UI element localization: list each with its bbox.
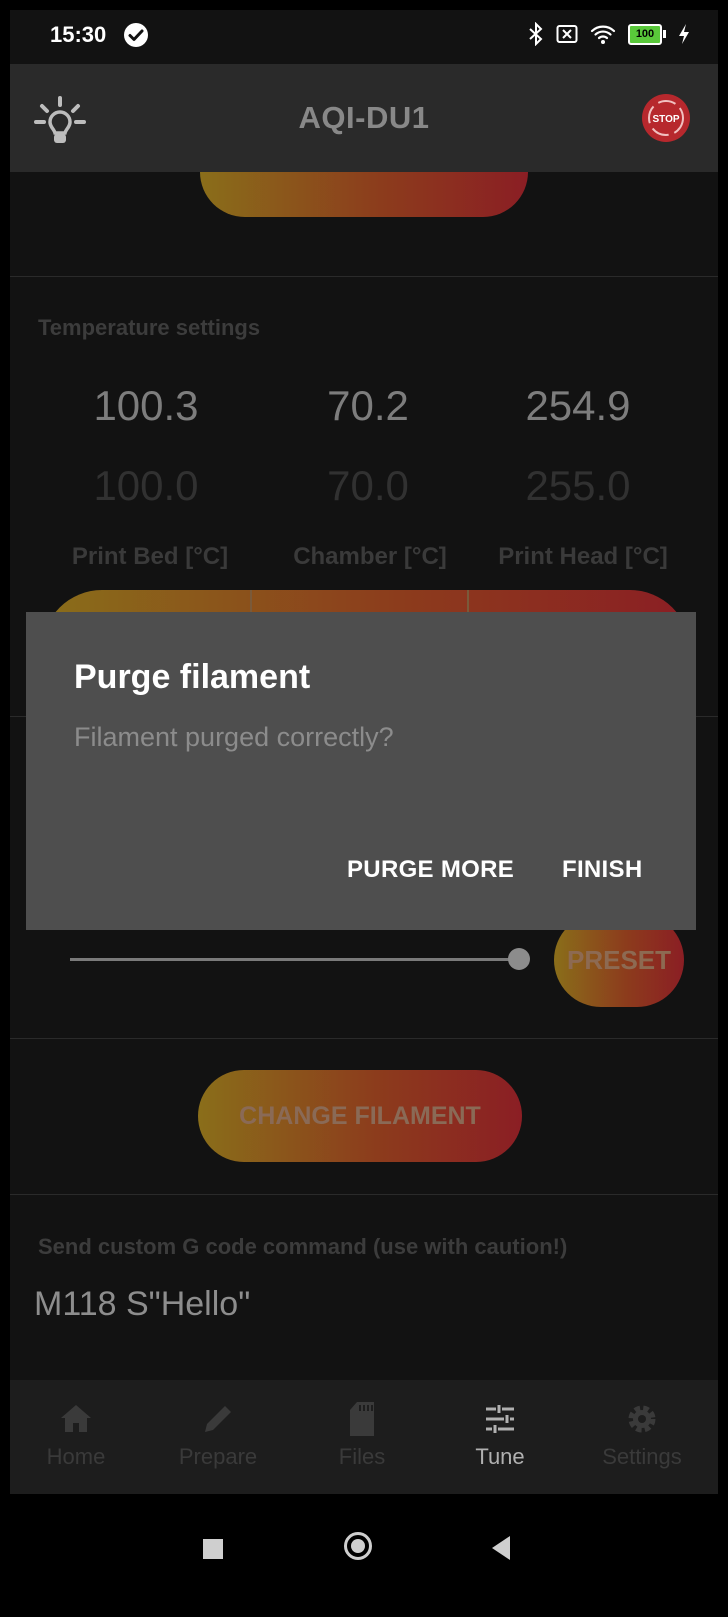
nav-tune-label: Tune xyxy=(475,1444,525,1469)
sd-card-icon xyxy=(350,1402,374,1436)
back-icon[interactable] xyxy=(492,1536,510,1560)
stop-icon: STOP xyxy=(648,100,684,136)
stop-label: STOP xyxy=(652,114,679,125)
app-bar: AQI-DU1 STOP xyxy=(10,64,718,172)
bluetooth-icon xyxy=(529,22,543,46)
head-current-temp: 254.9 xyxy=(525,382,631,429)
pencil-icon xyxy=(205,1406,231,1432)
app-title: AQI-DU1 xyxy=(298,100,430,135)
phone-screen: 15:30 100 AQI-DU1 STOP Temperature setti… xyxy=(10,10,718,1607)
gcode-section-title: Send custom G code command (use with cau… xyxy=(38,1234,568,1259)
print-bed-label: Print Bed [°C] xyxy=(71,543,229,570)
nav-files[interactable]: Files xyxy=(302,1398,422,1470)
bed-target-temp: 100.0 xyxy=(93,462,199,509)
nav-settings[interactable]: Settings xyxy=(582,1398,702,1470)
temperature-section-title: Temperature settings xyxy=(38,315,261,340)
bottom-navigation: Home Prepare Files Tune Settings xyxy=(10,1380,718,1494)
nav-settings-label: Settings xyxy=(602,1444,682,1469)
battery-icon: 100 xyxy=(628,23,666,45)
nav-tune[interactable]: Tune xyxy=(440,1398,560,1470)
divider xyxy=(10,1194,718,1195)
nav-files-label: Files xyxy=(338,1444,386,1469)
gear-icon xyxy=(628,1405,656,1433)
home-button-icon[interactable] xyxy=(344,1532,372,1560)
purge-more-button[interactable]: PURGE MORE xyxy=(347,856,514,884)
wifi-icon xyxy=(590,25,616,44)
emergency-stop-button[interactable]: STOP xyxy=(642,94,690,142)
top-action-button[interactable] xyxy=(200,172,528,217)
check-circle-icon xyxy=(124,23,148,47)
divider xyxy=(10,1038,718,1039)
charging-bolt-icon xyxy=(679,24,689,44)
flow-slider-thumb[interactable] xyxy=(508,948,530,970)
home-icon xyxy=(61,1405,91,1432)
nav-home[interactable]: Home xyxy=(16,1398,136,1470)
flow-slider-track[interactable] xyxy=(70,958,522,961)
purge-filament-dialog: Purge filament Filament purged correctly… xyxy=(26,612,696,930)
dialog-message: Filament purged correctly? xyxy=(74,722,394,752)
battery-level: 100 xyxy=(628,23,662,45)
divider xyxy=(10,276,718,277)
head-target-temp: 255.0 xyxy=(525,462,631,509)
finish-button[interactable]: FINISH xyxy=(562,856,642,884)
recent-apps-icon[interactable] xyxy=(203,1539,223,1559)
change-filament-button[interactable]: CHANGE FILAMENT xyxy=(198,1070,522,1162)
system-navigation-bar xyxy=(10,1494,718,1607)
nav-prepare-label: Prepare xyxy=(178,1444,258,1469)
sim-disabled-icon xyxy=(556,25,578,43)
gcode-command-input[interactable]: M118 S"Hello" xyxy=(34,1285,250,1324)
bed-current-temp: 100.3 xyxy=(93,382,199,429)
nav-home-label: Home xyxy=(46,1444,106,1469)
status-bar: 15:30 100 xyxy=(10,10,718,64)
dialog-title: Purge filament xyxy=(74,658,311,696)
print-head-label: Print Head [°C] xyxy=(498,543,668,570)
chamber-label: Chamber [°C] xyxy=(293,543,447,570)
chamber-current-temp: 70.2 xyxy=(327,382,409,429)
status-icons: 100 xyxy=(528,22,690,46)
sliders-icon xyxy=(486,1405,514,1433)
status-time: 15:30 xyxy=(50,22,107,47)
chamber-target-temp: 70.0 xyxy=(327,462,409,509)
nav-prepare[interactable]: Prepare xyxy=(158,1398,278,1470)
